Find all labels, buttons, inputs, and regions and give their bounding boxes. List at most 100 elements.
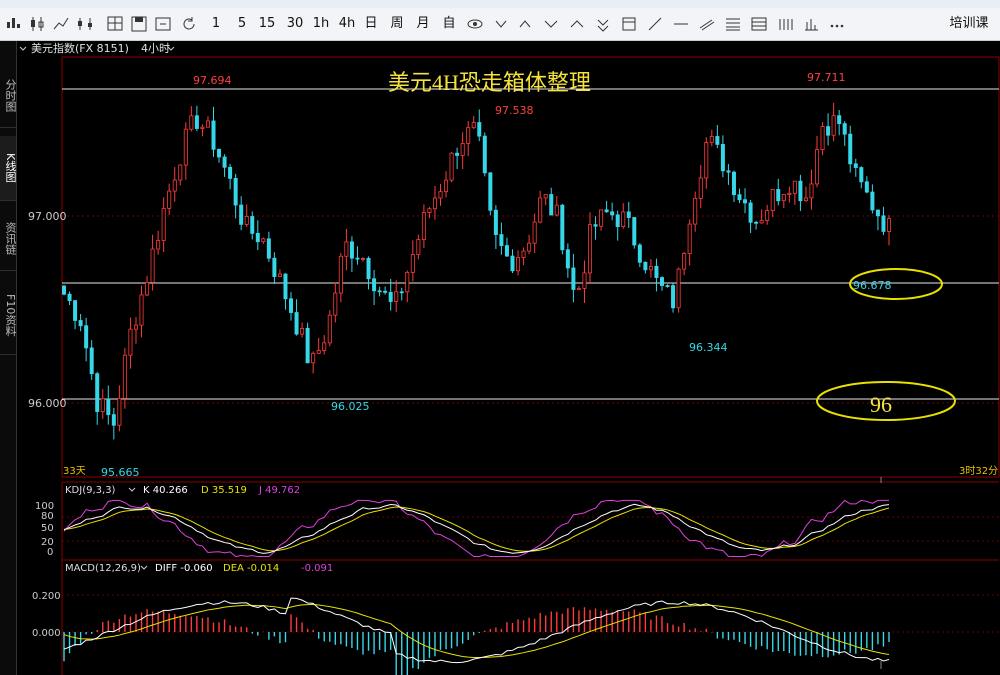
candle-body	[543, 194, 548, 199]
candle-body	[887, 218, 892, 232]
candle-body	[122, 354, 127, 399]
candle-body	[499, 234, 504, 247]
candle-body	[421, 212, 426, 240]
scroll-down-icon[interactable]	[542, 14, 560, 34]
candle-body	[643, 261, 648, 271]
candle-body	[466, 127, 471, 144]
candle-body	[194, 115, 199, 129]
candle-body	[438, 191, 443, 199]
period-month[interactable]: 月	[414, 14, 432, 34]
channel-icon[interactable]	[698, 14, 716, 34]
candle-icon[interactable]	[28, 14, 46, 34]
period-15[interactable]: 15	[256, 14, 278, 34]
grid-icon[interactable]	[106, 14, 124, 34]
candle-body	[493, 209, 498, 235]
fib-icon[interactable]	[724, 14, 742, 34]
period-5[interactable]: 5	[234, 14, 250, 34]
left-sidebar: 分时图 K线图 资讯链 F10资料	[0, 41, 17, 675]
kdj-d-value: D 35.519	[201, 485, 247, 496]
period-1[interactable]: 1	[208, 14, 224, 34]
fit-icon[interactable]	[594, 14, 612, 34]
training-course-link[interactable]: 培训课	[944, 14, 994, 34]
candle-body	[239, 204, 244, 225]
tab-f10[interactable]: F10资料	[0, 276, 17, 355]
candle-body	[870, 191, 875, 211]
candle-body	[482, 135, 487, 174]
scroll-up-icon[interactable]	[568, 14, 586, 34]
candle-body	[560, 204, 565, 251]
candle-body	[582, 272, 587, 289]
candle-body	[665, 285, 670, 287]
window-icon[interactable]	[620, 14, 638, 34]
candle-body	[754, 221, 759, 224]
candle-body	[637, 244, 642, 263]
volume-icon[interactable]	[776, 14, 794, 34]
period-30[interactable]: 30	[284, 14, 306, 34]
tab-news[interactable]: 资讯链	[0, 206, 17, 271]
tab-kline[interactable]: K线图	[0, 136, 17, 201]
candle-body	[848, 133, 853, 165]
kdj-title[interactable]: KDJ(9,3,3)	[65, 485, 116, 496]
candle-body	[289, 298, 294, 313]
candle-body	[449, 152, 454, 181]
compare-icon[interactable]	[76, 14, 94, 34]
candle-body	[272, 257, 277, 277]
candle-body	[803, 197, 808, 202]
save-icon[interactable]	[130, 14, 148, 34]
refresh-icon[interactable]	[180, 14, 198, 34]
zoom-in-icon[interactable]	[492, 14, 510, 34]
candle-body	[759, 220, 764, 224]
kdj-k-value: K 40.266	[143, 485, 188, 496]
chart-area[interactable]: 美元指数(FX 8151) 4小时 97.000 96.000 97.694 9…	[17, 41, 1000, 675]
panel-icon[interactable]	[750, 14, 768, 34]
candle-body	[676, 268, 681, 309]
hline-icon[interactable]	[672, 14, 690, 34]
period-1h[interactable]: 1h	[310, 14, 332, 34]
tab-timeshare[interactable]: 分时图	[0, 63, 17, 128]
macd-tick-0200: 0.200	[32, 591, 61, 602]
candle-body	[399, 291, 404, 294]
candle-body	[659, 277, 664, 286]
period-selector[interactable]: 4小时	[141, 42, 170, 55]
macd-title[interactable]: MACD(12,26,9)	[65, 563, 141, 574]
candle	[449, 151, 454, 183]
candle-body	[626, 211, 631, 218]
candle-body	[360, 257, 365, 260]
candle-body	[488, 172, 493, 211]
candle-body	[156, 240, 161, 250]
candle-body	[432, 197, 437, 210]
candle-body	[305, 327, 310, 364]
period-4h[interactable]: 4h	[336, 14, 358, 34]
candle	[488, 172, 493, 216]
candle-body	[792, 180, 797, 194]
candle-body	[222, 156, 227, 168]
candle-body	[809, 183, 814, 199]
zoom-out-icon[interactable]	[516, 14, 534, 34]
candle-body	[106, 398, 111, 416]
more-icon[interactable]	[828, 14, 846, 34]
label-low-95665: 95.665	[101, 466, 140, 479]
select-icon[interactable]	[154, 14, 172, 34]
histogram-icon[interactable]	[802, 14, 820, 34]
candle-body	[693, 197, 698, 225]
candle-body	[139, 294, 144, 326]
candle-body	[516, 257, 521, 272]
bar-chart-icon[interactable]	[4, 14, 22, 34]
draw-line-icon[interactable]	[646, 14, 664, 34]
candle-body	[294, 312, 299, 335]
candle-body	[820, 126, 825, 150]
candle-body	[145, 281, 150, 296]
candle-body	[444, 179, 449, 193]
candle-body	[172, 179, 177, 192]
candle-body	[743, 199, 748, 204]
line-chart-icon[interactable]	[52, 14, 70, 34]
candle	[632, 217, 637, 249]
candle-body	[604, 209, 609, 213]
time-right-label: 3时32分	[959, 465, 998, 477]
candle-body	[410, 254, 415, 273]
period-custom[interactable]: 自	[440, 14, 458, 34]
period-day[interactable]: 日	[362, 14, 380, 34]
time-left-label: 33天	[63, 466, 86, 477]
period-week[interactable]: 周	[388, 14, 406, 34]
eye-icon[interactable]	[466, 14, 484, 34]
